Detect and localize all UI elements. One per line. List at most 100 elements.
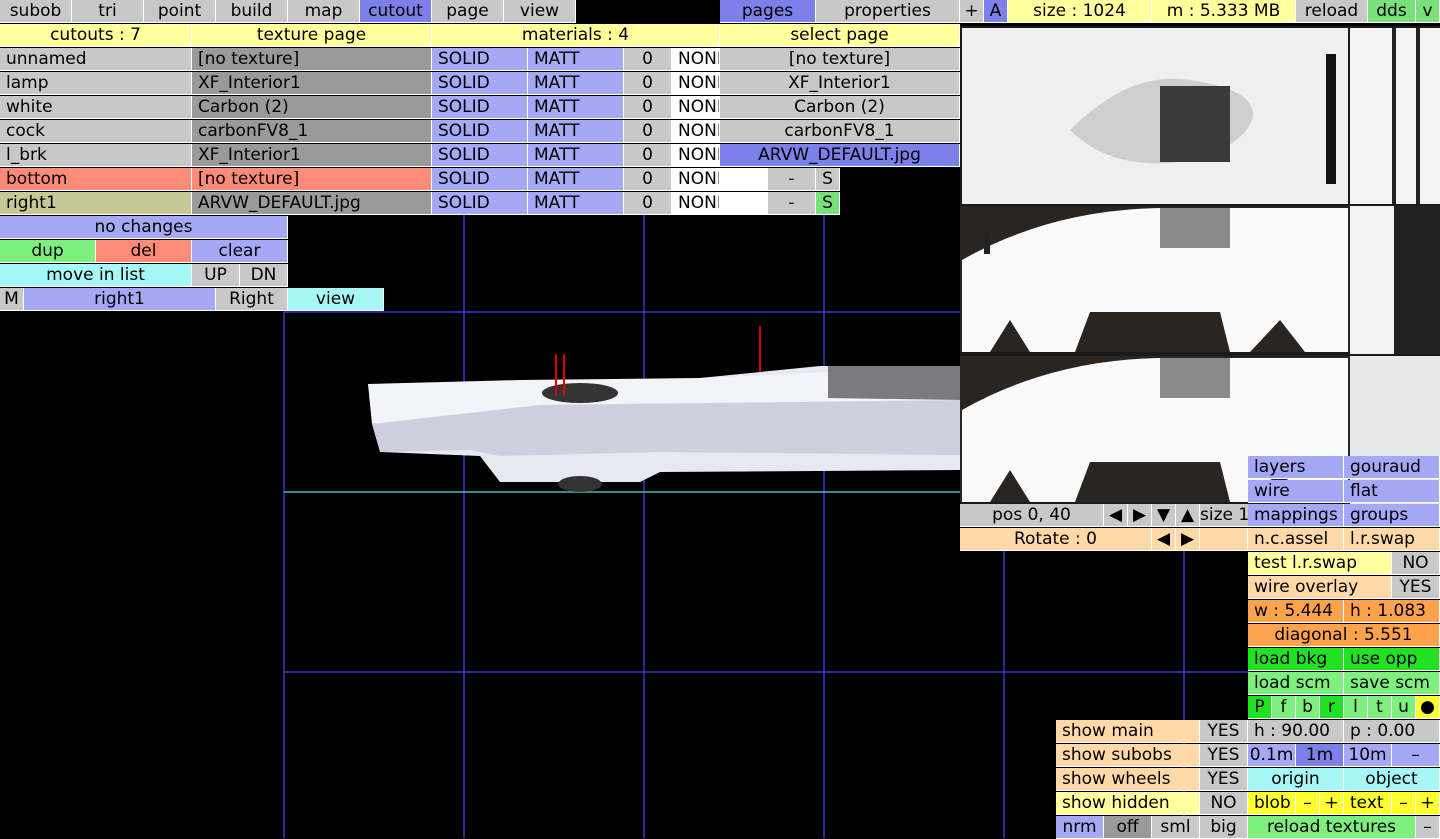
- layers-button[interactable]: layers: [1248, 456, 1344, 479]
- m-button[interactable]: M: [0, 288, 24, 311]
- size-nrm-button[interactable]: nrm: [1056, 816, 1104, 839]
- cutout-name[interactable]: lamp: [0, 72, 192, 95]
- nc-assel-button[interactable]: n.c.assel: [1248, 528, 1344, 551]
- side-selector[interactable]: Right: [216, 288, 288, 311]
- pan-right-button[interactable]: ▶: [1128, 504, 1152, 527]
- cutout-name[interactable]: cock: [0, 120, 192, 143]
- gouraud-button[interactable]: gouraud: [1344, 456, 1440, 479]
- load-bkg-button[interactable]: load bkg: [1248, 648, 1344, 671]
- select-page-item[interactable]: carbonFV8_1: [720, 120, 960, 143]
- cutout-number[interactable]: 0: [624, 144, 672, 167]
- test-lr-swap-toggle[interactable]: NO: [1392, 552, 1440, 575]
- view-back-button[interactable]: b: [1296, 696, 1320, 719]
- cutout-name[interactable]: white: [0, 96, 192, 119]
- clear-button[interactable]: clear: [192, 240, 288, 263]
- step-1m-button[interactable]: 1m: [1296, 744, 1344, 767]
- plus-button[interactable]: +: [960, 0, 984, 23]
- cutout-number[interactable]: 0: [624, 120, 672, 143]
- tab-subob[interactable]: subob: [0, 0, 72, 23]
- show-main-toggle[interactable]: YES: [1200, 720, 1248, 743]
- show-wheels-toggle[interactable]: YES: [1200, 768, 1248, 791]
- cutout-texture[interactable]: carbonFV8_1: [192, 120, 432, 143]
- rotate-right-button[interactable]: ▶: [1176, 528, 1200, 551]
- cutout-name[interactable]: bottom: [0, 168, 192, 191]
- cutout-blank[interactable]: [720, 168, 768, 191]
- tab-page[interactable]: page: [432, 0, 504, 23]
- select-page-item[interactable]: [no texture]: [720, 48, 960, 71]
- view-under-button[interactable]: u: [1392, 696, 1416, 719]
- tab-cutout[interactable]: cutout: [360, 0, 432, 23]
- view-right-button[interactable]: r: [1320, 696, 1344, 719]
- texture-preview[interactable]: [960, 26, 1440, 504]
- lr-swap-button[interactable]: l.r.swap: [1344, 528, 1440, 551]
- load-scm-button[interactable]: load scm: [1248, 672, 1344, 695]
- show-subobs-toggle[interactable]: YES: [1200, 744, 1248, 767]
- blob-plus-button[interactable]: +: [1320, 792, 1344, 815]
- view-button[interactable]: view: [288, 288, 384, 311]
- cutout-number[interactable]: 0: [624, 48, 672, 71]
- cutout-texture[interactable]: XF_Interior1: [192, 144, 432, 167]
- wire-button[interactable]: wire: [1248, 480, 1344, 503]
- select-page-item[interactable]: Carbon (2): [720, 96, 960, 119]
- pan-up-button[interactable]: ▲: [1176, 504, 1200, 527]
- step-10m-button[interactable]: 10m: [1344, 744, 1392, 767]
- cutout-mode[interactable]: SOLID: [432, 72, 528, 95]
- cutout-mode[interactable]: SOLID: [432, 120, 528, 143]
- cutout-dash-button[interactable]: -: [768, 192, 816, 215]
- wire-overlay-toggle[interactable]: YES: [1392, 576, 1440, 599]
- reload-textures-minus-button[interactable]: –: [1416, 816, 1440, 839]
- groups-button[interactable]: groups: [1344, 504, 1440, 527]
- show-hidden-toggle[interactable]: NO: [1200, 792, 1248, 815]
- cutout-finish[interactable]: MATT: [528, 96, 624, 119]
- cutout-mode[interactable]: SOLID: [432, 48, 528, 71]
- flat-button[interactable]: flat: [1344, 480, 1440, 503]
- select-page-item[interactable]: XF_Interior1: [720, 72, 960, 95]
- reload-textures-button[interactable]: reload textures: [1248, 816, 1416, 839]
- cutout-none[interactable]: NONE: [672, 48, 720, 71]
- cutout-texture[interactable]: [no texture]: [192, 48, 432, 71]
- view-top-button[interactable]: t: [1368, 696, 1392, 719]
- cutout-mode[interactable]: SOLID: [432, 96, 528, 119]
- view-front-button[interactable]: f: [1272, 696, 1296, 719]
- cutout-finish[interactable]: MATT: [528, 168, 624, 191]
- a-button[interactable]: A: [984, 0, 1008, 23]
- selected-cutout-name[interactable]: right1: [24, 288, 216, 311]
- cutout-texture[interactable]: XF_Interior1: [192, 72, 432, 95]
- step-0-1m-button[interactable]: 0.1m: [1248, 744, 1296, 767]
- cutout-number[interactable]: 0: [624, 192, 672, 215]
- tab-build[interactable]: build: [216, 0, 288, 23]
- cutout-finish[interactable]: MATT: [528, 192, 624, 215]
- cutout-finish[interactable]: MATT: [528, 144, 624, 167]
- tab-tri[interactable]: tri: [72, 0, 144, 23]
- tab-view[interactable]: view: [504, 0, 576, 23]
- pan-left-button[interactable]: ◀: [1104, 504, 1128, 527]
- cutout-name[interactable]: unnamed: [0, 48, 192, 71]
- cutout-mode[interactable]: SOLID: [432, 144, 528, 167]
- cutout-s-button[interactable]: S: [816, 168, 840, 191]
- cutout-mode[interactable]: SOLID: [432, 168, 528, 191]
- mappings-button[interactable]: mappings: [1248, 504, 1344, 527]
- cutout-name[interactable]: l_brk: [0, 144, 192, 167]
- size-sml-button[interactable]: sml: [1152, 816, 1200, 839]
- cutout-finish[interactable]: MATT: [528, 48, 624, 71]
- cutout-none[interactable]: NONE: [672, 168, 720, 191]
- cutout-texture[interactable]: ARVW_DEFAULT.jpg: [192, 192, 432, 215]
- text-plus-button[interactable]: +: [1416, 792, 1440, 815]
- cutout-finish[interactable]: MATT: [528, 120, 624, 143]
- tab-point[interactable]: point: [144, 0, 216, 23]
- size-off-button[interactable]: off: [1104, 816, 1152, 839]
- cutout-none[interactable]: NONE: [672, 96, 720, 119]
- cutout-s-button[interactable]: S: [816, 192, 840, 215]
- view-dot-button[interactable]: ●: [1416, 696, 1440, 719]
- tab-pages[interactable]: pages: [720, 0, 816, 23]
- object-button[interactable]: object: [1344, 768, 1440, 791]
- save-scm-button[interactable]: save scm: [1344, 672, 1440, 695]
- cutout-texture[interactable]: [no texture]: [192, 168, 432, 191]
- cutout-name[interactable]: right1: [0, 192, 192, 215]
- cutout-number[interactable]: 0: [624, 72, 672, 95]
- pan-down-button[interactable]: ▼: [1152, 504, 1176, 527]
- cutout-finish[interactable]: MATT: [528, 72, 624, 95]
- cutout-blank[interactable]: [720, 192, 768, 215]
- cutout-none[interactable]: NONE: [672, 72, 720, 95]
- use-opp-button[interactable]: use opp: [1344, 648, 1440, 671]
